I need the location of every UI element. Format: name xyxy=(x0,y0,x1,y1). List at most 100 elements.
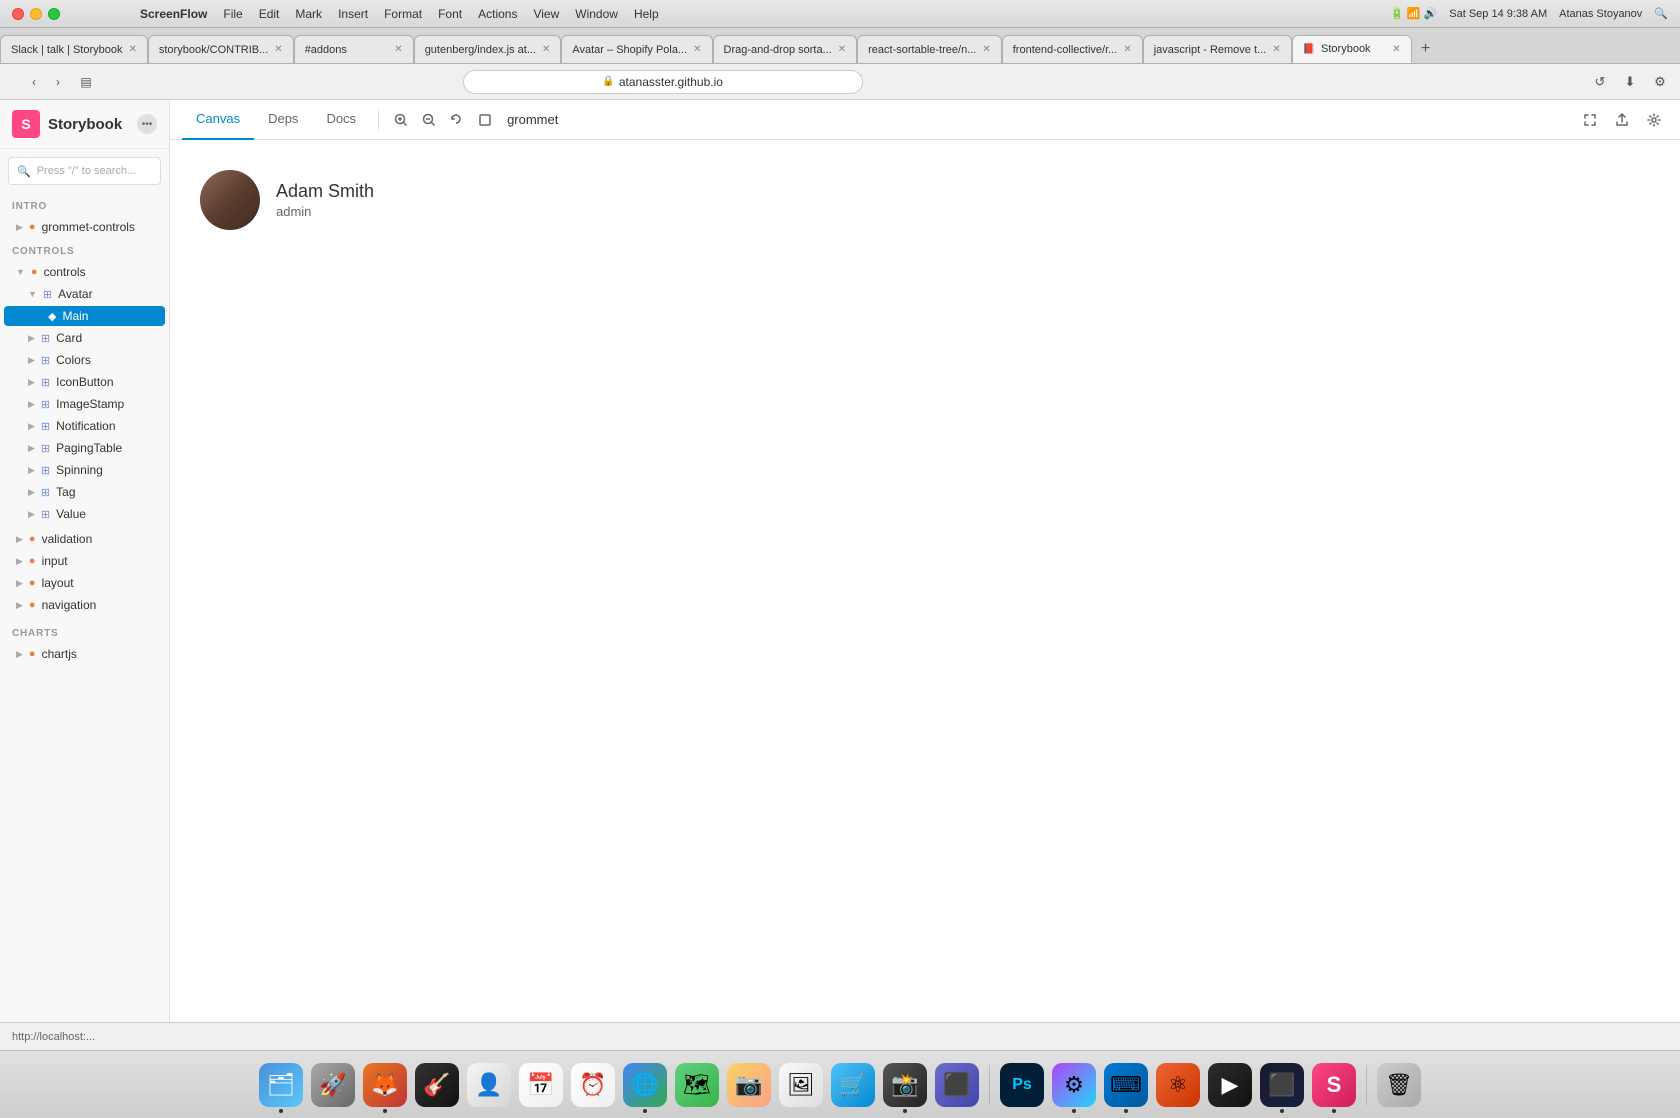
sidebar-item-colors[interactable]: ▶ ⊞ Colors xyxy=(4,350,165,370)
sidebar-item-layout[interactable]: ▶ ● layout xyxy=(4,573,165,593)
dock-icon-clock[interactable]: ⏰ xyxy=(569,1061,617,1109)
address-input[interactable]: 🔒 atanasster.github.io xyxy=(463,70,863,94)
tab-close-icon[interactable]: ✕ xyxy=(982,44,990,55)
browser-tab-avatar[interactable]: Avatar – Shopify Pola... ✕ xyxy=(561,35,712,63)
maximize-button[interactable] xyxy=(48,8,60,20)
menu-window[interactable]: Window xyxy=(575,7,618,21)
zoom-out-button[interactable] xyxy=(415,106,443,134)
menu-help[interactable]: Help xyxy=(634,7,659,21)
browser-tab-storybook[interactable]: 📕 Storybook ✕ xyxy=(1292,35,1412,63)
fullscreen-button[interactable] xyxy=(1576,106,1604,134)
sidebar-item-spinning[interactable]: ▶ ⊞ Spinning xyxy=(4,460,165,480)
browser-tab-slack[interactable]: Slack | talk | Storybook ✕ xyxy=(0,35,148,63)
dock-icon-maps[interactable]: 🗺 xyxy=(673,1061,721,1109)
dock-icon-garageband[interactable]: 🎸 xyxy=(413,1061,461,1109)
sidebar-item-notification[interactable]: ▶ ⊞ Notification xyxy=(4,416,165,436)
dock-dot xyxy=(279,1109,283,1113)
sidebar-item-tag[interactable]: ▶ ⊞ Tag xyxy=(4,482,165,502)
dock-icon-launchpad2[interactable]: ⬛ xyxy=(933,1061,981,1109)
dock-icon-vscode[interactable]: ⌨ xyxy=(1102,1061,1150,1109)
dock-icon-contacts[interactable]: 👤 xyxy=(465,1061,513,1109)
dock-icon-storybook[interactable]: S xyxy=(1310,1061,1358,1109)
browser-tab-react[interactable]: react-sortable-tree/n... ✕ xyxy=(857,35,1002,63)
browser-tab-js[interactable]: javascript - Remove t... ✕ xyxy=(1143,35,1292,63)
browser-tab-frontend[interactable]: frontend-collective/r... ✕ xyxy=(1002,35,1143,63)
dock-icon-chrome[interactable]: 🌐 xyxy=(621,1061,669,1109)
sidebar-item-main[interactable]: ◆ Main xyxy=(4,306,165,326)
sidebar-item-validation[interactable]: ▶ ● validation xyxy=(4,529,165,549)
tab-close-icon[interactable]: ✕ xyxy=(693,44,701,55)
download-button[interactable]: ⬇ xyxy=(1618,70,1642,94)
sidebar-item-value[interactable]: ▶ ⊞ Value xyxy=(4,504,165,524)
menu-actions[interactable]: Actions xyxy=(478,7,517,21)
tab-close-icon[interactable]: ✕ xyxy=(1123,44,1131,55)
dock-icon-photos[interactable]: 📷 xyxy=(725,1061,773,1109)
tab-close-icon[interactable]: ✕ xyxy=(1392,44,1400,55)
dock-icon-appstore[interactable]: 🛒 xyxy=(829,1061,877,1109)
tab-close-icon[interactable]: ✕ xyxy=(838,44,846,55)
chevron-right-icon: ▶ xyxy=(28,465,35,476)
menu-mark[interactable]: Mark xyxy=(295,7,322,21)
dock-icon-launchpad[interactable]: 🚀 xyxy=(309,1061,357,1109)
zoom-reset-button[interactable] xyxy=(443,106,471,134)
extensions-button[interactable]: ⚙ xyxy=(1648,70,1672,94)
tab-docs[interactable]: Docs xyxy=(312,100,370,140)
note-button[interactable] xyxy=(471,106,499,134)
browser-tab-gutenberg[interactable]: gutenberg/index.js at... ✕ xyxy=(414,35,562,63)
tab-deps[interactable]: Deps xyxy=(254,100,312,140)
search-box[interactable]: 🔍 Press "/" to search... xyxy=(8,157,161,185)
tab-canvas[interactable]: Canvas xyxy=(182,100,254,140)
settings-button[interactable] xyxy=(1640,106,1668,134)
dock-icon-firefox[interactable]: 🦊 xyxy=(361,1061,409,1109)
dock-icon-phpstorm[interactable]: ⚙ xyxy=(1050,1061,1098,1109)
dock-icon-nuclide[interactable]: ⚛ xyxy=(1154,1061,1202,1109)
browser-tab-drag[interactable]: Drag-and-drop sorta... ✕ xyxy=(713,35,858,63)
reload-button[interactable]: ↺ xyxy=(1588,70,1612,94)
tab-close-icon[interactable]: ✕ xyxy=(394,44,402,55)
sidebar-item-card[interactable]: ▶ ⊞ Card xyxy=(4,328,165,348)
sidebar-item-pagingtable[interactable]: ▶ ⊞ PagingTable xyxy=(4,438,165,458)
sidebar-item-grommet-controls[interactable]: ▶ ● grommet-controls xyxy=(4,217,165,237)
menu-font[interactable]: Font xyxy=(438,7,462,21)
menu-view[interactable]: View xyxy=(533,7,559,21)
menu-format[interactable]: Format xyxy=(384,7,422,21)
dock-icon-trash[interactable]: 🗑 xyxy=(1375,1061,1423,1109)
address-bar: ‹ › ▤ 🔒 atanasster.github.io ↺ ⬇ ⚙ xyxy=(0,64,1680,100)
sidebar-item-navigation[interactable]: ▶ ● navigation xyxy=(4,595,165,615)
search-icon[interactable]: 🔍 xyxy=(1654,7,1668,20)
browser-tab-contrib[interactable]: storybook/CONTRIB... ✕ xyxy=(148,35,294,63)
sidebar-item-input[interactable]: ▶ ● input xyxy=(4,551,165,571)
zoom-in-button[interactable] xyxy=(387,106,415,134)
dock-icon-preview[interactable]: 🖼 xyxy=(777,1061,825,1109)
sidebar-item-chartjs[interactable]: ▶ ● chartjs xyxy=(4,644,165,664)
tab-close-icon[interactable]: ✕ xyxy=(1272,44,1280,55)
browser-tab-addons[interactable]: #addons ✕ xyxy=(294,35,414,63)
tab-close-icon[interactable]: ✕ xyxy=(128,44,136,55)
menu-screenflow[interactable]: ScreenFlow xyxy=(140,7,207,21)
sidebar-item-avatar[interactable]: ▼ ⊞ Avatar xyxy=(4,284,165,304)
close-button[interactable] xyxy=(12,8,24,20)
dock-icon-screenflow[interactable]: 📸 xyxy=(881,1061,929,1109)
search-placeholder: Press "/" to search... xyxy=(37,165,137,177)
dock-icon-iterm[interactable]: ⬛ xyxy=(1258,1061,1306,1109)
menu-file[interactable]: File xyxy=(223,7,242,21)
share-button[interactable] xyxy=(1608,106,1636,134)
back-button[interactable]: ‹ xyxy=(24,72,44,92)
new-tab-button[interactable]: + xyxy=(1412,35,1440,63)
logo-menu-button[interactable]: ••• xyxy=(137,114,157,134)
dock-icon-finder[interactable]: 🗂 xyxy=(257,1061,305,1109)
avatar-photo xyxy=(200,170,260,230)
dock-icon-photoshop[interactable]: Ps xyxy=(998,1061,1046,1109)
menu-insert[interactable]: Insert xyxy=(338,7,368,21)
menu-edit[interactable]: Edit xyxy=(259,7,280,21)
sidebar-item-controls[interactable]: ▼ ● controls xyxy=(4,262,165,282)
tab-close-icon[interactable]: ✕ xyxy=(542,44,550,55)
forward-button[interactable]: › xyxy=(48,72,68,92)
sidebar-item-imagestamp[interactable]: ▶ ⊞ ImageStamp xyxy=(4,394,165,414)
tab-close-icon[interactable]: ✕ xyxy=(274,44,282,55)
sidebar-item-iconbutton[interactable]: ▶ ⊞ IconButton xyxy=(4,372,165,392)
dock-icon-calendar[interactable]: 📅 xyxy=(517,1061,565,1109)
dock-icon-terminal[interactable]: ▶ xyxy=(1206,1061,1254,1109)
sidebar-toggle-button[interactable]: ▤ xyxy=(76,72,96,92)
minimize-button[interactable] xyxy=(30,8,42,20)
